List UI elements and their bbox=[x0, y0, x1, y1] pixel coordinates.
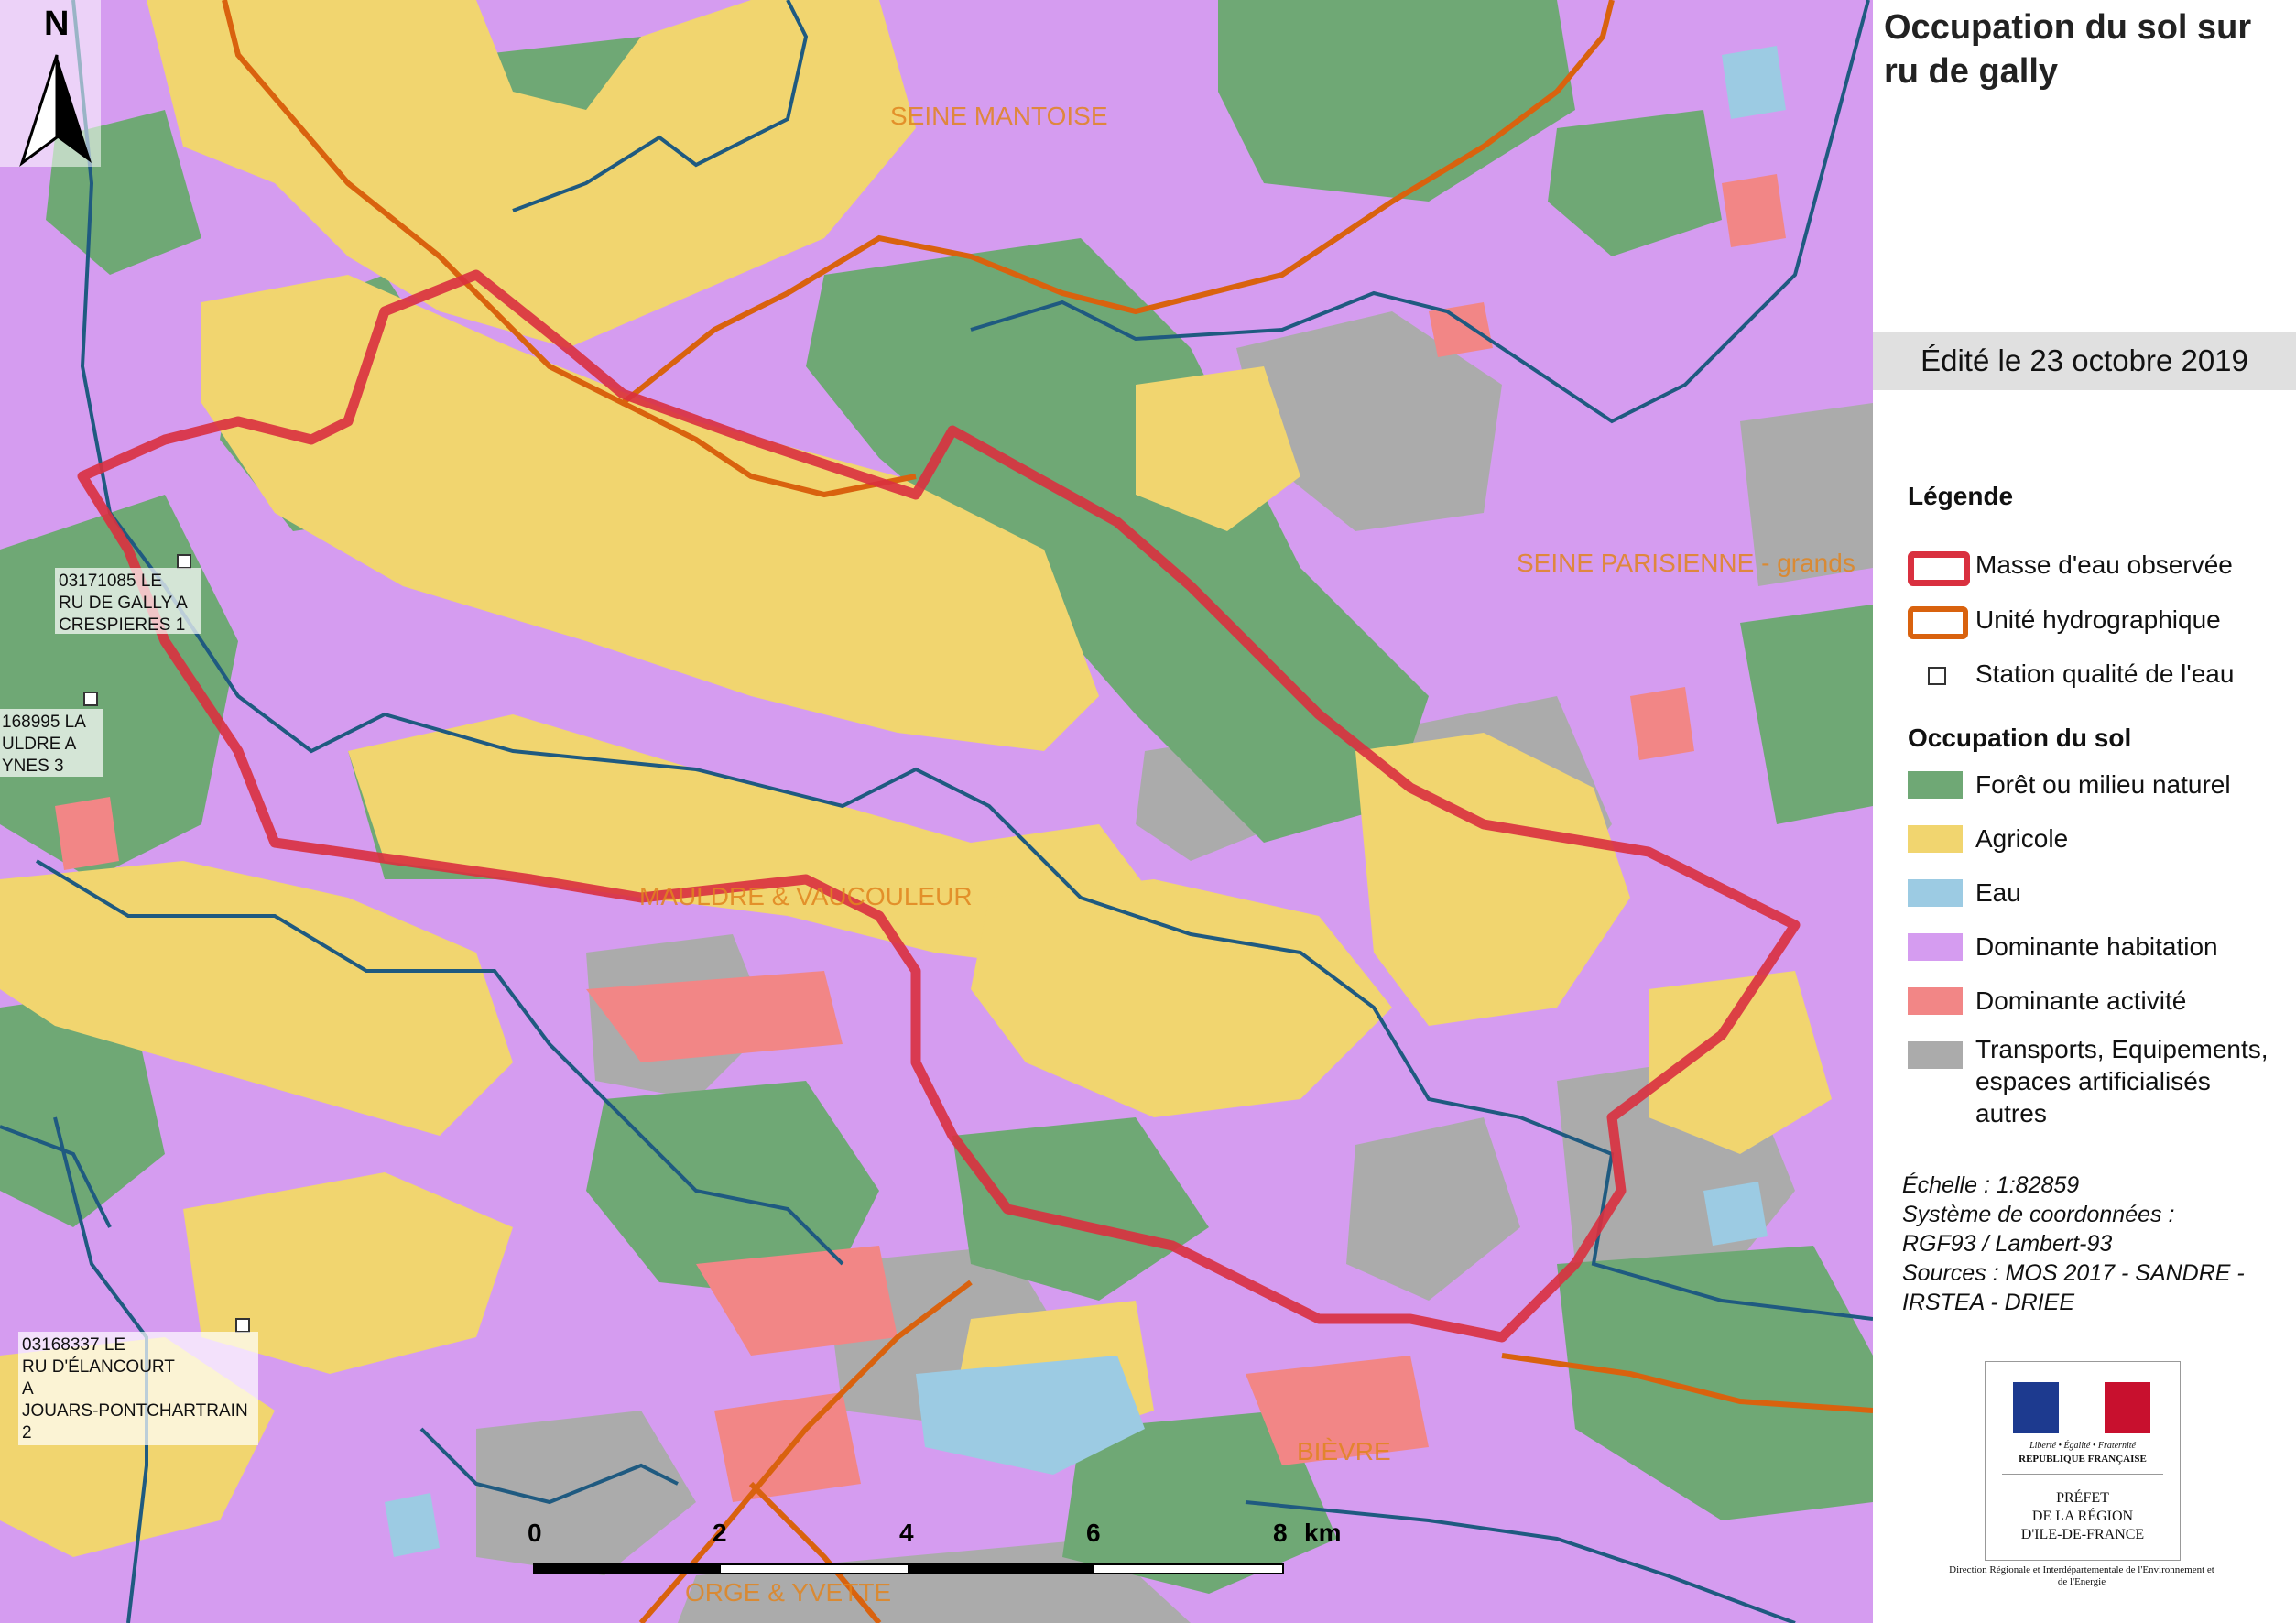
logo-direction-text: Direction Régionale et Interdépartementa… bbox=[1949, 1564, 2214, 1587]
north-arrow: N bbox=[0, 0, 101, 167]
prefecture-logo: Liberté • Égalité • Fraternité RÉPUBLIQU… bbox=[1985, 1361, 2181, 1561]
legend-label-habitat: Dominante habitation bbox=[1975, 932, 2218, 961]
station-marker-elancourt[interactable] bbox=[235, 1318, 250, 1333]
agricultural-swatch bbox=[1908, 825, 1963, 853]
scale-tick-4: 4 bbox=[899, 1519, 914, 1547]
station-marker-crespieres[interactable] bbox=[177, 554, 191, 569]
transport-swatch bbox=[1908, 1041, 1963, 1069]
station-marker-mauldre[interactable] bbox=[83, 692, 98, 706]
scale-unit: km bbox=[1304, 1519, 1341, 1547]
station-label-elancourt-line3: A bbox=[22, 1379, 34, 1399]
legend-label-forest: Forêt ou milieu naturel bbox=[1975, 770, 2231, 799]
label-bievre: BIÈVRE bbox=[1297, 1437, 1391, 1465]
label-seine-parisienne: SEINE PARISIENNE - grands bbox=[1517, 549, 1855, 577]
map-canvas[interactable]: SEINE MANTOISE SEINE PARISIENNE - grands… bbox=[0, 0, 1873, 1623]
scale-tick-6: 6 bbox=[1086, 1519, 1101, 1547]
station-label-elancourt-line2: RU D'ÉLANCOURT bbox=[22, 1357, 175, 1377]
habitat-swatch bbox=[1908, 933, 1963, 961]
north-label: N bbox=[44, 5, 69, 43]
station-label-crespieres-line3: CRESPIERES 1 bbox=[59, 615, 185, 635]
legend-label-water: Eau bbox=[1975, 878, 2021, 907]
station-label-elancourt-line5: 2 bbox=[22, 1423, 32, 1443]
station-label-mauldre-line1: 168995 LA bbox=[2, 713, 86, 732]
label-mauldre-vaucouleur: MAULDRE & VAUCOULEUR bbox=[639, 882, 973, 910]
label-orge-yvette: ORGE & YVETTE bbox=[685, 1578, 891, 1607]
station-label-elancourt-line4: JOUARS-PONTCHARTRAIN bbox=[22, 1401, 248, 1421]
station-label-mauldre-line2: ULDRE A bbox=[2, 735, 77, 754]
logo-prefet-3: D'ILE-DE-FRANCE bbox=[2020, 1527, 2145, 1542]
logo-prefet-2: DE LA RÉGION bbox=[2031, 1509, 2134, 1524]
scale-tick-2: 2 bbox=[713, 1519, 727, 1547]
hydro-unit-swatch bbox=[1908, 606, 1968, 639]
map-title: Occupation du sol sur ru de gally bbox=[1884, 8, 2252, 91]
station-label-crespieres-line2: RU DE GALLY A bbox=[59, 594, 188, 613]
legend-label-transport: Transports, Equipements, espaces artific… bbox=[1975, 1035, 2269, 1127]
station-label-elancourt-line1: 03168337 LE bbox=[22, 1335, 125, 1355]
logo-republic: RÉPUBLIQUE FRANÇAISE bbox=[2019, 1454, 2147, 1465]
logo-prefet-1: PRÉFET bbox=[2056, 1490, 2109, 1506]
legend-label-water-body: Masse d'eau observée bbox=[1975, 550, 2233, 579]
legend-heading: Légende bbox=[1908, 482, 2014, 510]
water-body-swatch bbox=[1908, 551, 1970, 586]
label-seine-mantoise: SEINE MANTOISE bbox=[890, 102, 1108, 130]
station-label-crespieres-line1: 03171085 LE bbox=[59, 572, 162, 591]
legend-panel: Occupation du sol sur ru de gally Édité … bbox=[1873, 0, 2296, 1623]
legend-label-activity: Dominante activité bbox=[1975, 986, 2187, 1015]
legend-label-hydro-unit: Unité hydrographique bbox=[1975, 605, 2221, 634]
water-swatch bbox=[1908, 879, 1963, 907]
forest-swatch bbox=[1908, 771, 1963, 799]
logo-motto: Liberté • Égalité • Fraternité bbox=[2029, 1441, 2136, 1451]
logo-separator bbox=[2002, 1474, 2163, 1475]
scale-tick-0: 0 bbox=[528, 1519, 542, 1547]
legend-label-agricultural: Agricole bbox=[1975, 824, 2069, 853]
map-metadata: Échelle : 1:82859 Système de coordonnées… bbox=[1902, 1172, 2245, 1315]
scale-tick-8: 8 bbox=[1273, 1519, 1288, 1547]
edition-date: Édité le 23 octobre 2019 bbox=[1873, 332, 2296, 390]
activity-swatch bbox=[1908, 987, 1963, 1015]
station-swatch bbox=[1928, 667, 1946, 685]
legend-label-station: Station qualité de l'eau bbox=[1975, 659, 2235, 688]
station-label-mauldre-line3: YNES 3 bbox=[2, 757, 64, 776]
marianne-flag bbox=[2013, 1382, 2150, 1433]
landuse-heading: Occupation du sol bbox=[1908, 724, 2132, 752]
